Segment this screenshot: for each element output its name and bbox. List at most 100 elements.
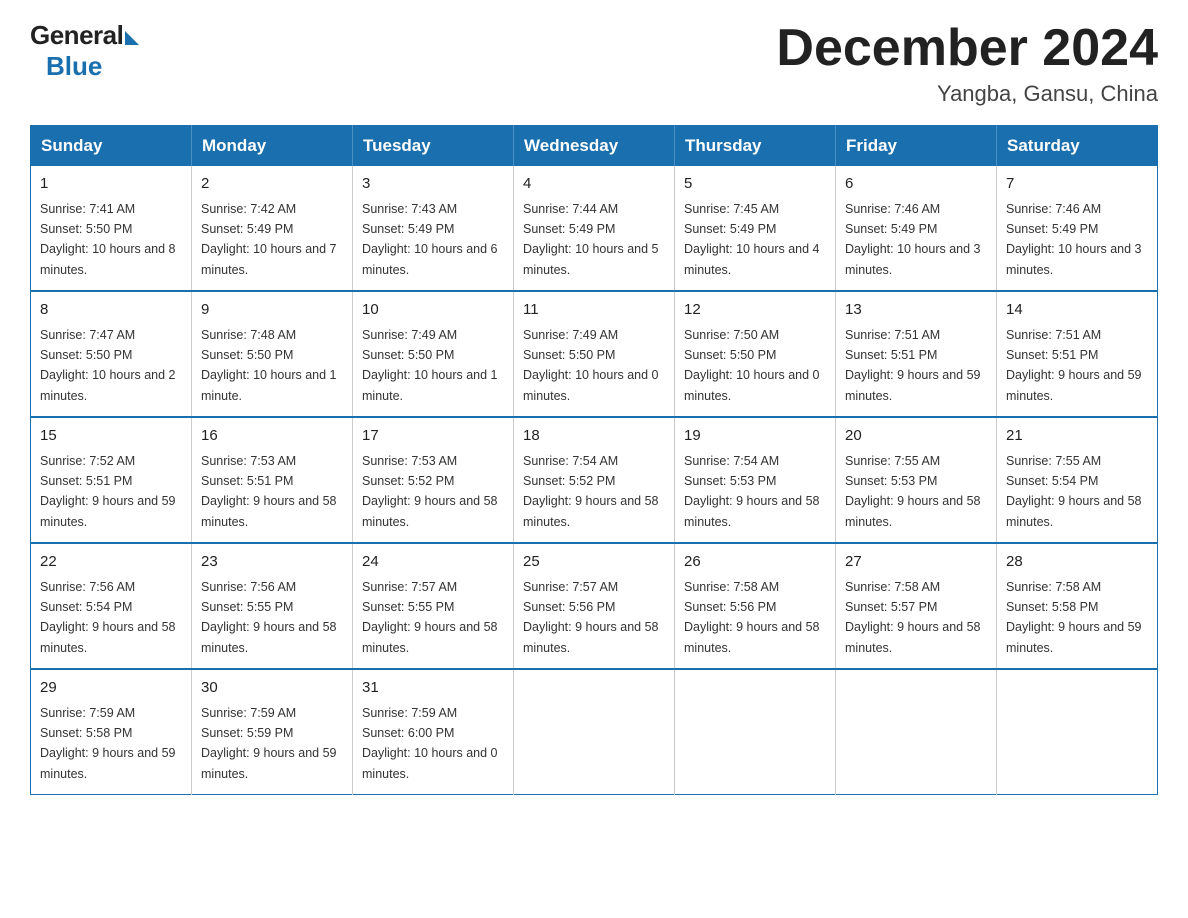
calendar-cell: 6 Sunrise: 7:46 AMSunset: 5:49 PMDayligh… [836,166,997,291]
calendar-cell: 26 Sunrise: 7:58 AMSunset: 5:56 PMDaylig… [675,543,836,669]
day-info: Sunrise: 7:56 AMSunset: 5:54 PMDaylight:… [40,580,176,655]
calendar-cell: 2 Sunrise: 7:42 AMSunset: 5:49 PMDayligh… [192,166,353,291]
calendar-cell: 9 Sunrise: 7:48 AMSunset: 5:50 PMDayligh… [192,291,353,417]
title-block: December 2024 Yangba, Gansu, China [776,20,1158,107]
day-number: 24 [362,551,504,574]
calendar-cell: 1 Sunrise: 7:41 AMSunset: 5:50 PMDayligh… [31,166,192,291]
day-number: 5 [684,173,826,196]
day-info: Sunrise: 7:49 AMSunset: 5:50 PMDaylight:… [362,328,498,403]
calendar-cell: 24 Sunrise: 7:57 AMSunset: 5:55 PMDaylig… [353,543,514,669]
day-number: 2 [201,173,343,196]
logo: General Blue [30,20,139,82]
day-number: 22 [40,551,182,574]
day-number: 26 [684,551,826,574]
calendar-week-5: 29 Sunrise: 7:59 AMSunset: 5:58 PMDaylig… [31,669,1158,795]
day-info: Sunrise: 7:56 AMSunset: 5:55 PMDaylight:… [201,580,337,655]
page-header: General Blue December 2024 Yangba, Gansu… [30,20,1158,107]
calendar-cell: 14 Sunrise: 7:51 AMSunset: 5:51 PMDaylig… [997,291,1158,417]
logo-blue-text: Blue [46,51,102,82]
calendar-cell: 3 Sunrise: 7:43 AMSunset: 5:49 PMDayligh… [353,166,514,291]
day-info: Sunrise: 7:59 AMSunset: 5:58 PMDaylight:… [40,706,176,781]
day-info: Sunrise: 7:43 AMSunset: 5:49 PMDaylight:… [362,202,498,277]
day-number: 13 [845,299,987,322]
calendar-week-3: 15 Sunrise: 7:52 AMSunset: 5:51 PMDaylig… [31,417,1158,543]
day-info: Sunrise: 7:59 AMSunset: 5:59 PMDaylight:… [201,706,337,781]
day-info: Sunrise: 7:52 AMSunset: 5:51 PMDaylight:… [40,454,176,529]
day-number: 3 [362,173,504,196]
day-number: 23 [201,551,343,574]
day-info: Sunrise: 7:54 AMSunset: 5:53 PMDaylight:… [684,454,820,529]
calendar-cell: 4 Sunrise: 7:44 AMSunset: 5:49 PMDayligh… [514,166,675,291]
day-info: Sunrise: 7:58 AMSunset: 5:57 PMDaylight:… [845,580,981,655]
calendar-cell: 29 Sunrise: 7:59 AMSunset: 5:58 PMDaylig… [31,669,192,795]
day-number: 29 [40,677,182,700]
day-info: Sunrise: 7:50 AMSunset: 5:50 PMDaylight:… [684,328,820,403]
col-sunday: Sunday [31,126,192,167]
day-info: Sunrise: 7:57 AMSunset: 5:55 PMDaylight:… [362,580,498,655]
calendar-cell: 27 Sunrise: 7:58 AMSunset: 5:57 PMDaylig… [836,543,997,669]
day-number: 15 [40,425,182,448]
day-number: 9 [201,299,343,322]
day-number: 12 [684,299,826,322]
day-number: 11 [523,299,665,322]
calendar-subtitle: Yangba, Gansu, China [776,81,1158,107]
day-info: Sunrise: 7:48 AMSunset: 5:50 PMDaylight:… [201,328,337,403]
calendar-cell [836,669,997,795]
calendar-cell: 23 Sunrise: 7:56 AMSunset: 5:55 PMDaylig… [192,543,353,669]
calendar-cell [675,669,836,795]
day-number: 30 [201,677,343,700]
calendar-cell: 30 Sunrise: 7:59 AMSunset: 5:59 PMDaylig… [192,669,353,795]
day-number: 14 [1006,299,1148,322]
day-number: 19 [684,425,826,448]
col-wednesday: Wednesday [514,126,675,167]
calendar-cell: 13 Sunrise: 7:51 AMSunset: 5:51 PMDaylig… [836,291,997,417]
day-info: Sunrise: 7:55 AMSunset: 5:54 PMDaylight:… [1006,454,1142,529]
logo-general-text: General [30,20,123,51]
day-number: 10 [362,299,504,322]
day-number: 1 [40,173,182,196]
calendar-cell: 15 Sunrise: 7:52 AMSunset: 5:51 PMDaylig… [31,417,192,543]
calendar-cell [997,669,1158,795]
day-info: Sunrise: 7:47 AMSunset: 5:50 PMDaylight:… [40,328,176,403]
calendar-cell: 28 Sunrise: 7:58 AMSunset: 5:58 PMDaylig… [997,543,1158,669]
calendar-cell: 16 Sunrise: 7:53 AMSunset: 5:51 PMDaylig… [192,417,353,543]
calendar-cell: 18 Sunrise: 7:54 AMSunset: 5:52 PMDaylig… [514,417,675,543]
calendar-cell: 17 Sunrise: 7:53 AMSunset: 5:52 PMDaylig… [353,417,514,543]
day-number: 16 [201,425,343,448]
day-info: Sunrise: 7:46 AMSunset: 5:49 PMDaylight:… [845,202,981,277]
day-info: Sunrise: 7:45 AMSunset: 5:49 PMDaylight:… [684,202,820,277]
calendar-title: December 2024 [776,20,1158,77]
calendar-cell: 10 Sunrise: 7:49 AMSunset: 5:50 PMDaylig… [353,291,514,417]
day-number: 27 [845,551,987,574]
calendar-week-4: 22 Sunrise: 7:56 AMSunset: 5:54 PMDaylig… [31,543,1158,669]
day-info: Sunrise: 7:51 AMSunset: 5:51 PMDaylight:… [845,328,981,403]
calendar-cell: 8 Sunrise: 7:47 AMSunset: 5:50 PMDayligh… [31,291,192,417]
day-info: Sunrise: 7:53 AMSunset: 5:52 PMDaylight:… [362,454,498,529]
calendar-week-1: 1 Sunrise: 7:41 AMSunset: 5:50 PMDayligh… [31,166,1158,291]
calendar-cell [514,669,675,795]
calendar-cell: 19 Sunrise: 7:54 AMSunset: 5:53 PMDaylig… [675,417,836,543]
calendar-cell: 21 Sunrise: 7:55 AMSunset: 5:54 PMDaylig… [997,417,1158,543]
day-number: 21 [1006,425,1148,448]
calendar-table: Sunday Monday Tuesday Wednesday Thursday… [30,125,1158,795]
day-number: 4 [523,173,665,196]
logo-triangle-icon [125,31,139,45]
calendar-cell: 7 Sunrise: 7:46 AMSunset: 5:49 PMDayligh… [997,166,1158,291]
calendar-cell: 11 Sunrise: 7:49 AMSunset: 5:50 PMDaylig… [514,291,675,417]
calendar-cell: 22 Sunrise: 7:56 AMSunset: 5:54 PMDaylig… [31,543,192,669]
day-info: Sunrise: 7:57 AMSunset: 5:56 PMDaylight:… [523,580,659,655]
col-saturday: Saturday [997,126,1158,167]
day-info: Sunrise: 7:46 AMSunset: 5:49 PMDaylight:… [1006,202,1142,277]
calendar-cell: 25 Sunrise: 7:57 AMSunset: 5:56 PMDaylig… [514,543,675,669]
day-info: Sunrise: 7:41 AMSunset: 5:50 PMDaylight:… [40,202,176,277]
day-info: Sunrise: 7:58 AMSunset: 5:58 PMDaylight:… [1006,580,1142,655]
col-tuesday: Tuesday [353,126,514,167]
day-info: Sunrise: 7:49 AMSunset: 5:50 PMDaylight:… [523,328,659,403]
day-info: Sunrise: 7:58 AMSunset: 5:56 PMDaylight:… [684,580,820,655]
calendar-header-row: Sunday Monday Tuesday Wednesday Thursday… [31,126,1158,167]
calendar-cell: 20 Sunrise: 7:55 AMSunset: 5:53 PMDaylig… [836,417,997,543]
day-info: Sunrise: 7:42 AMSunset: 5:49 PMDaylight:… [201,202,337,277]
calendar-week-2: 8 Sunrise: 7:47 AMSunset: 5:50 PMDayligh… [31,291,1158,417]
day-number: 20 [845,425,987,448]
day-number: 18 [523,425,665,448]
